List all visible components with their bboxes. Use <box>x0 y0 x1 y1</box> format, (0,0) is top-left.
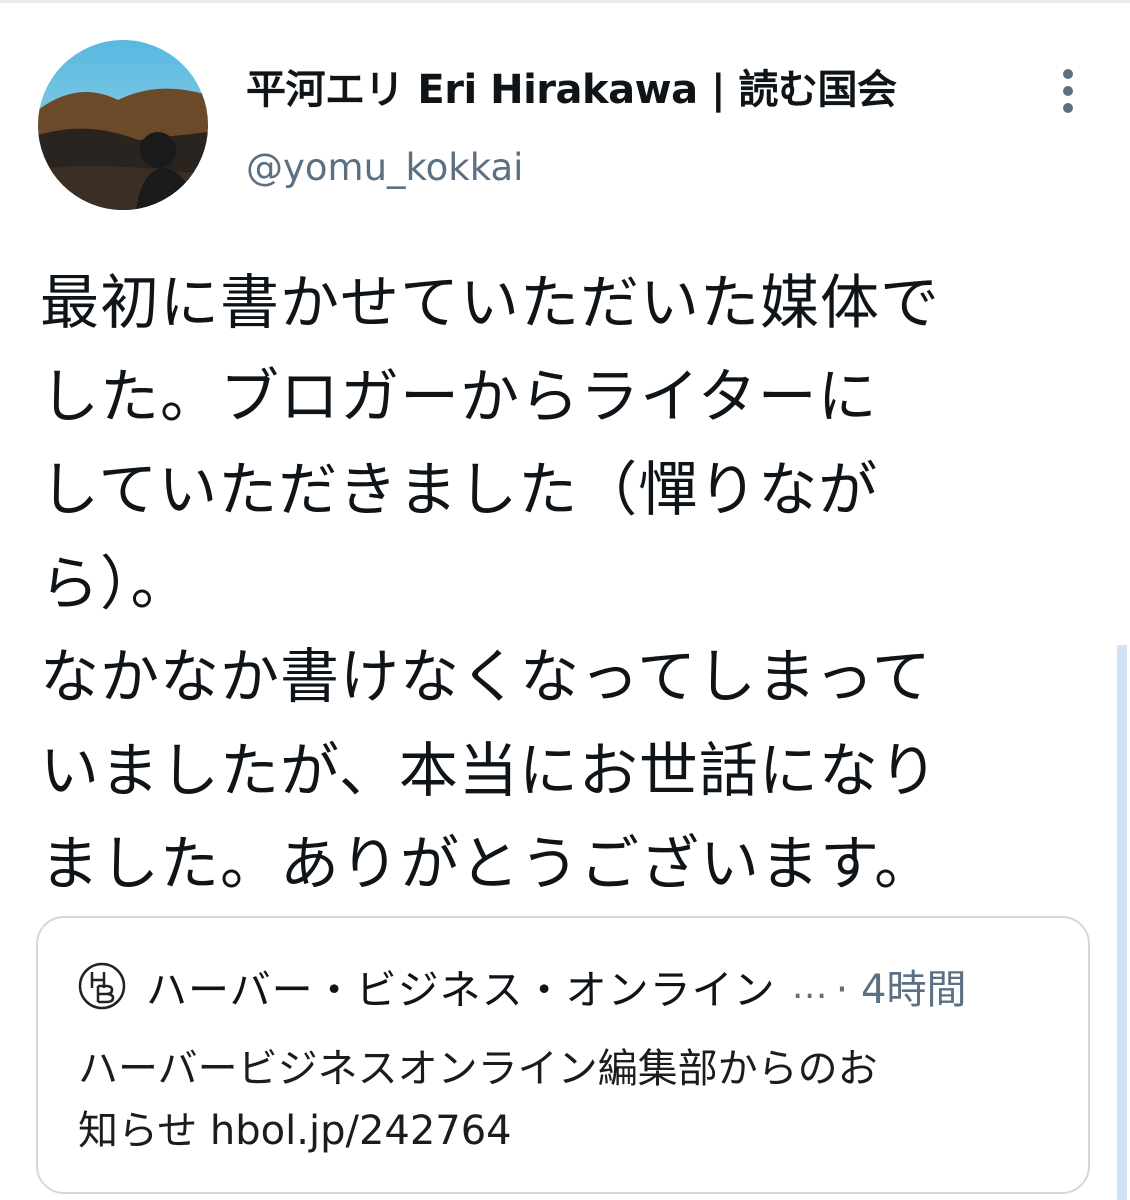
tweet-text: 最初に書かせていただいた媒体で した。ブロガーからライターに していただきました（憚… <box>40 256 1100 911</box>
avatar-image <box>38 40 208 210</box>
scrollbar[interactable] <box>1117 645 1127 1200</box>
card-source-name: ハーバー・ビジネス・オンライン <box>146 966 776 1014</box>
card-source-ellipsis: … <box>791 965 828 1007</box>
card-time-value: 4時間 <box>861 967 967 1013</box>
tweet-text-line: した。ブロガーからライターに <box>40 361 878 431</box>
tweet-text-line: ら）。 <box>40 548 191 618</box>
top-divider <box>0 0 1130 3</box>
user-handle[interactable]: @yomu_kokkai <box>246 138 523 198</box>
card-body-line: ハーバービジネスオンライン編集部からのお <box>78 1046 878 1092</box>
card-source: ハーバー・ビジネス・オンライン … · 4時間 <box>78 956 966 1016</box>
tweet-text-line: いましたが、本当にお世話になり <box>40 735 939 805</box>
tweet-text-line: ました。ありがとうございます。 <box>40 829 935 898</box>
link-card[interactable]: ハーバー・ビジネス・オンライン … · 4時間 ハーバービジネスオンライン編集部… <box>36 916 1090 1194</box>
more-vertical-icon[interactable] <box>1052 62 1084 122</box>
tweet-text-line: していただきました（憚りなが <box>40 455 879 524</box>
tweet-text-line: なかなか書けなくなってしまって <box>40 642 932 711</box>
card-body-line[interactable]: 知らせ hbol.jp/242764 <box>78 1100 1068 1162</box>
display-name[interactable]: 平河エリ Eri Hirakawa | 読む国会 <box>246 60 897 120</box>
avatar[interactable] <box>38 40 208 210</box>
card-body: ハーバービジネスオンライン編集部からのお知らせ hbol.jp/242764 <box>78 1038 1068 1162</box>
card-time-separator: · <box>835 967 862 1013</box>
card-timestamp: · 4時間 <box>836 957 967 1015</box>
tweet-text-line: 最初に書かせていただいた媒体で <box>40 268 941 337</box>
hbol-logo-icon <box>78 962 126 1010</box>
